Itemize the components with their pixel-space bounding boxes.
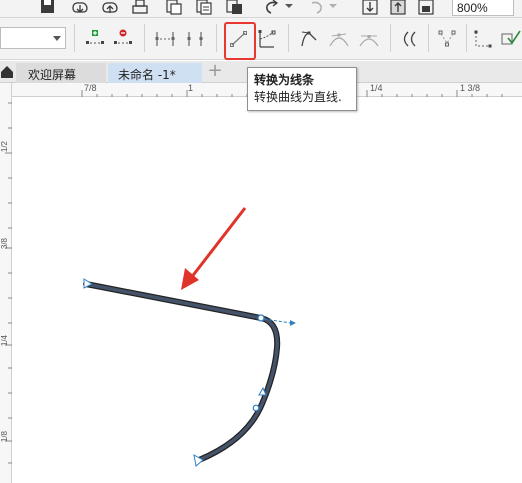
curve-outline[interactable] xyxy=(83,281,281,463)
checkmark-icon xyxy=(501,30,521,45)
redo-icon[interactable] xyxy=(306,0,326,17)
annotation-arrow xyxy=(189,207,247,279)
curve-node[interactable] xyxy=(252,404,260,412)
tooltip-description: 转换曲线为直线. xyxy=(254,90,342,104)
cusp-node-button[interactable] xyxy=(298,28,320,50)
toolbar-separator xyxy=(216,24,217,52)
join-nodes-icon xyxy=(155,32,175,46)
add-node-icon xyxy=(86,30,104,44)
highlight-box xyxy=(224,22,256,60)
select-all-nodes-button[interactable] xyxy=(500,28,522,50)
break-curve-button[interactable] xyxy=(184,28,206,50)
symmetrical-node-button[interactable] xyxy=(358,28,380,50)
zoom-level-value: 800% xyxy=(457,1,488,15)
canvas-svg xyxy=(83,207,296,467)
ruler-tick-label: 1/4 xyxy=(370,83,383,93)
curve-shape[interactable] xyxy=(84,282,279,462)
close-curve-icon xyxy=(474,30,492,48)
smooth-node-icon xyxy=(329,33,349,47)
ruler-tick-label: 3/8 xyxy=(0,238,9,250)
selection-mode-dropdown[interactable] xyxy=(0,27,66,49)
add-node-button[interactable] xyxy=(84,28,106,50)
tab-untitled-document[interactable]: 未命名 -1* xyxy=(108,63,202,83)
tooltip: 转换为线条 转换曲线为直线. xyxy=(247,67,357,111)
add-tab-button[interactable]: + xyxy=(206,62,224,80)
undo-icon[interactable] xyxy=(262,0,282,17)
delete-node-button[interactable] xyxy=(112,28,134,50)
toolbar-separator xyxy=(144,24,145,52)
corel-window: 800% 欢迎屏幕 未命名 -1* + 7/8 1 1/4 1 3/8 1/2 … xyxy=(0,0,522,483)
selected-node[interactable] xyxy=(257,314,265,322)
tab-label: 未命名 -1* xyxy=(118,68,176,82)
extend-curve-icon xyxy=(438,30,456,47)
ruler-tick-label: 1/8 xyxy=(0,431,9,443)
undo-dropdown-icon[interactable] xyxy=(282,0,302,17)
drawing-canvas[interactable] xyxy=(13,98,522,483)
toolbar-separator xyxy=(74,24,75,52)
cut-icon[interactable] xyxy=(164,0,184,17)
ruler-tick-label: 1 3/8 xyxy=(460,83,481,93)
delete-node-icon xyxy=(114,29,132,44)
print-icon[interactable] xyxy=(130,0,150,17)
ruler-tick-label: 1/4 xyxy=(0,335,9,347)
convert-to-curve-icon xyxy=(258,30,276,48)
extend-curve-button[interactable] xyxy=(436,28,458,50)
tab-welcome-screen[interactable]: 欢迎屏幕 xyxy=(16,63,106,83)
ruler-tick-label: 1/2 xyxy=(0,141,9,153)
symmetrical-node-icon xyxy=(359,35,379,47)
import-icon[interactable] xyxy=(360,0,380,17)
close-curve-button[interactable] xyxy=(472,28,494,50)
copy-icon[interactable] xyxy=(194,0,214,17)
cloud-upload-icon[interactable] xyxy=(100,0,120,17)
vertical-ruler: 1/2 3/8 1/4 1/8 xyxy=(0,83,12,483)
tooltip-title: 转换为线条 xyxy=(254,73,315,87)
ruler-tick-label: 7/8 xyxy=(84,83,97,93)
toolbar-separator xyxy=(428,24,429,52)
toolbar-separator xyxy=(466,24,467,52)
reverse-direction-button[interactable] xyxy=(398,28,420,50)
property-bar xyxy=(0,18,522,60)
tab-label: 欢迎屏幕 xyxy=(28,68,77,82)
export-icon[interactable] xyxy=(388,0,408,17)
publish-pdf-icon[interactable] xyxy=(416,0,436,17)
cloud-download-icon[interactable] xyxy=(70,0,90,17)
save-icon[interactable] xyxy=(38,0,58,17)
toolbar-separator xyxy=(390,24,391,52)
chevron-down-icon xyxy=(53,36,61,41)
ruler-tick-label: 1 xyxy=(188,83,194,93)
redo-dropdown-icon[interactable] xyxy=(326,0,346,17)
standard-toolbar: 800% xyxy=(0,0,522,18)
home-icon[interactable] xyxy=(0,65,14,79)
join-nodes-button[interactable] xyxy=(154,28,176,50)
paste-icon[interactable] xyxy=(224,0,244,17)
zoom-level-field[interactable]: 800% xyxy=(452,0,514,16)
toolbar-separator xyxy=(288,24,289,52)
cusp-node-icon xyxy=(301,31,317,47)
convert-to-curve-button[interactable] xyxy=(256,28,278,50)
control-handle-arrow[interactable] xyxy=(290,320,296,326)
break-curve-icon xyxy=(187,32,203,46)
smooth-node-button[interactable] xyxy=(328,28,350,50)
reverse-direction-icon xyxy=(403,31,416,47)
